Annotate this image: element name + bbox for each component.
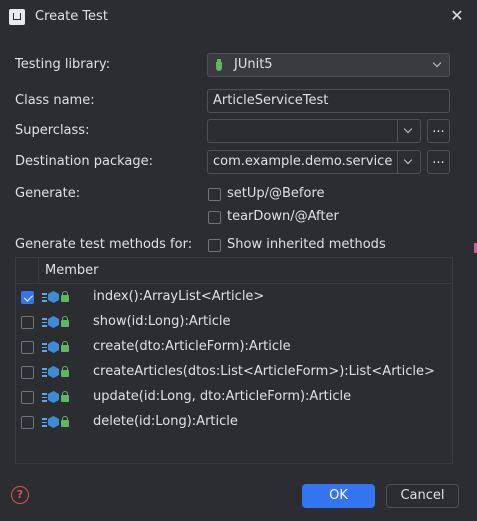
public-lock-icon <box>61 391 69 402</box>
public-lock-icon <box>61 291 69 302</box>
method-icon-group <box>42 366 72 380</box>
table-row[interactable]: show(id:Long):Article <box>16 310 452 335</box>
setup-checkbox[interactable] <box>208 188 221 201</box>
testing-library-label: Testing library: <box>15 57 111 72</box>
method-icon-group <box>42 416 72 430</box>
destination-browse-button[interactable]: ... <box>427 150 450 174</box>
header-divider <box>38 258 39 283</box>
testing-library-select[interactable]: JUnit5 <box>207 53 450 77</box>
member-signature: createArticles(dtos:List<ArticleForm>):L… <box>93 364 435 379</box>
table-row[interactable]: create(dto:ArticleForm):Article <box>16 335 452 360</box>
member-signature: show(id:Long):Article <box>93 314 231 329</box>
member-column-header[interactable]: Member <box>45 263 98 278</box>
title-bar: Create Test ✕ <box>0 0 477 36</box>
ok-button[interactable]: OK <box>302 484 375 508</box>
method-icon <box>42 343 47 352</box>
method-icon-group <box>42 341 72 355</box>
method-icon-group <box>42 316 72 330</box>
table-row[interactable]: delete(id:Long):Article <box>16 410 452 435</box>
method-icon <box>42 368 47 377</box>
member-checkbox[interactable] <box>21 366 34 379</box>
member-checkbox[interactable] <box>21 291 34 304</box>
method-icon <box>48 366 59 378</box>
chevron-down-icon[interactable] <box>397 120 420 142</box>
generate-label: Generate: <box>15 186 81 201</box>
member-signature: update(id:Long, dto:ArticleForm):Article <box>93 389 352 404</box>
member-checkbox[interactable] <box>21 416 34 429</box>
show-inherited-checkbox[interactable] <box>208 239 221 252</box>
public-lock-icon <box>61 341 69 352</box>
method-icon <box>48 341 59 353</box>
member-checkbox[interactable] <box>21 316 34 329</box>
member-signature: create(dto:ArticleForm):Article <box>93 339 291 354</box>
chevron-down-icon <box>427 54 449 76</box>
public-lock-icon <box>61 316 69 327</box>
chevron-down-icon[interactable] <box>397 151 420 173</box>
public-lock-icon <box>61 416 69 427</box>
testing-library-value: JUnit5 <box>234 57 273 72</box>
junit-icon <box>216 59 222 71</box>
method-icon <box>48 316 59 328</box>
class-name-label: Class name: <box>15 93 95 108</box>
destination-package-value: com.example.demo.service <box>213 154 393 169</box>
method-icon <box>42 293 47 302</box>
methods-label: Generate test methods for: <box>15 237 193 252</box>
table-row[interactable]: index():ArrayList<Article> <box>16 285 452 310</box>
teardown-checkbox[interactable] <box>208 211 221 224</box>
setup-label[interactable]: setUp/@Before <box>227 186 325 201</box>
destination-package-combo[interactable]: com.example.demo.service <box>207 150 421 174</box>
superclass-combo[interactable] <box>207 119 421 143</box>
method-icon-group <box>42 291 72 305</box>
method-icon <box>42 418 47 427</box>
class-name-value: ArticleServiceTest <box>213 93 329 108</box>
superclass-label: Superclass: <box>15 123 90 138</box>
destination-package-label: Destination package: <box>15 154 153 169</box>
intellij-app-icon <box>9 9 25 25</box>
superclass-browse-button[interactable]: ... <box>427 119 450 143</box>
public-lock-icon <box>61 366 69 377</box>
method-icon <box>42 318 47 327</box>
method-icon-group <box>42 391 72 405</box>
method-icon <box>42 393 47 402</box>
class-name-input[interactable]: ArticleServiceTest <box>207 89 450 113</box>
cancel-button[interactable]: Cancel <box>386 484 459 508</box>
member-signature: delete(id:Long):Article <box>93 414 238 429</box>
close-icon[interactable]: ✕ <box>449 8 465 24</box>
window-title: Create Test <box>35 9 108 24</box>
method-icon <box>48 291 59 303</box>
help-icon[interactable]: ? <box>11 486 29 504</box>
table-header: Member <box>16 258 452 284</box>
members-table[interactable]: Member index():ArrayList<Article> show(id… <box>15 257 453 464</box>
method-icon <box>48 416 59 428</box>
table-row[interactable]: update(id:Long, dto:ArticleForm):Article <box>16 385 452 410</box>
member-checkbox[interactable] <box>21 341 34 354</box>
table-row[interactable]: createArticles(dtos:List<ArticleForm>):L… <box>16 360 452 385</box>
teardown-label[interactable]: tearDown/@After <box>227 209 339 224</box>
show-inherited-label[interactable]: Show inherited methods <box>227 237 386 252</box>
method-icon <box>48 391 59 403</box>
member-checkbox[interactable] <box>21 391 34 404</box>
member-signature: index():ArrayList<Article> <box>93 289 265 304</box>
